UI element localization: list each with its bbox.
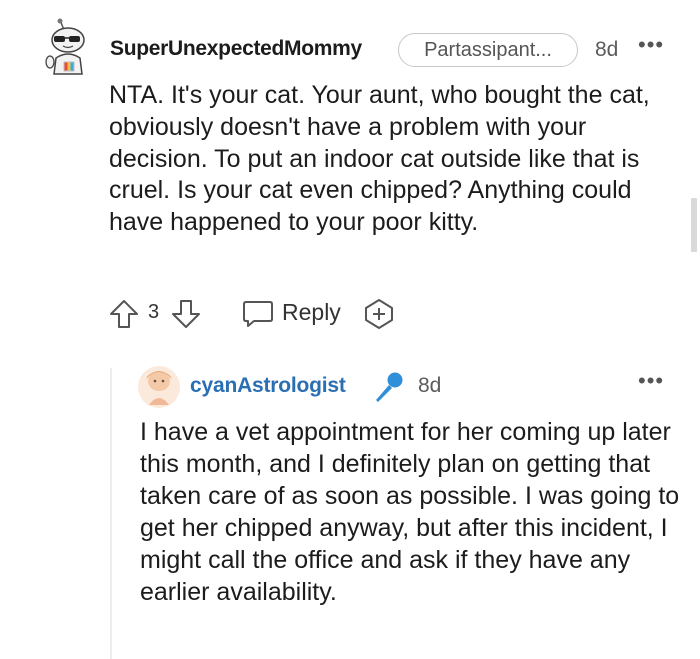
microphone-icon xyxy=(376,372,403,402)
scrollbar[interactable] xyxy=(691,198,697,252)
downvote-icon[interactable] xyxy=(170,298,202,330)
upvote-icon[interactable] xyxy=(108,298,140,330)
comment-timestamp: 8d xyxy=(595,38,619,61)
user-flair-badge: Partassipant... xyxy=(398,33,578,67)
vote-count: 3 xyxy=(148,301,160,323)
comment-actions: 3 Reply xyxy=(108,296,428,332)
comment-author[interactable]: SuperUnexpectedMommy xyxy=(110,37,362,61)
more-options-icon[interactable]: ••• xyxy=(638,32,664,58)
thread-line[interactable] xyxy=(110,368,112,659)
more-options-icon[interactable]: ••• xyxy=(638,368,664,394)
reply-body: I have a vet appointment for her coming … xyxy=(140,418,680,606)
reply-author[interactable]: cyanAstrologist xyxy=(190,374,346,398)
reply-button[interactable]: Reply xyxy=(282,299,341,326)
reply-timestamp: 8d xyxy=(418,374,442,397)
snoo-avatar-icon[interactable] xyxy=(38,18,98,80)
comment-body: NTA. It's your cat. Your aunt, who bough… xyxy=(109,81,650,237)
award-plus-icon[interactable] xyxy=(362,298,396,330)
user-avatar-icon[interactable] xyxy=(137,365,181,409)
comment-bubble-icon[interactable] xyxy=(241,298,275,330)
